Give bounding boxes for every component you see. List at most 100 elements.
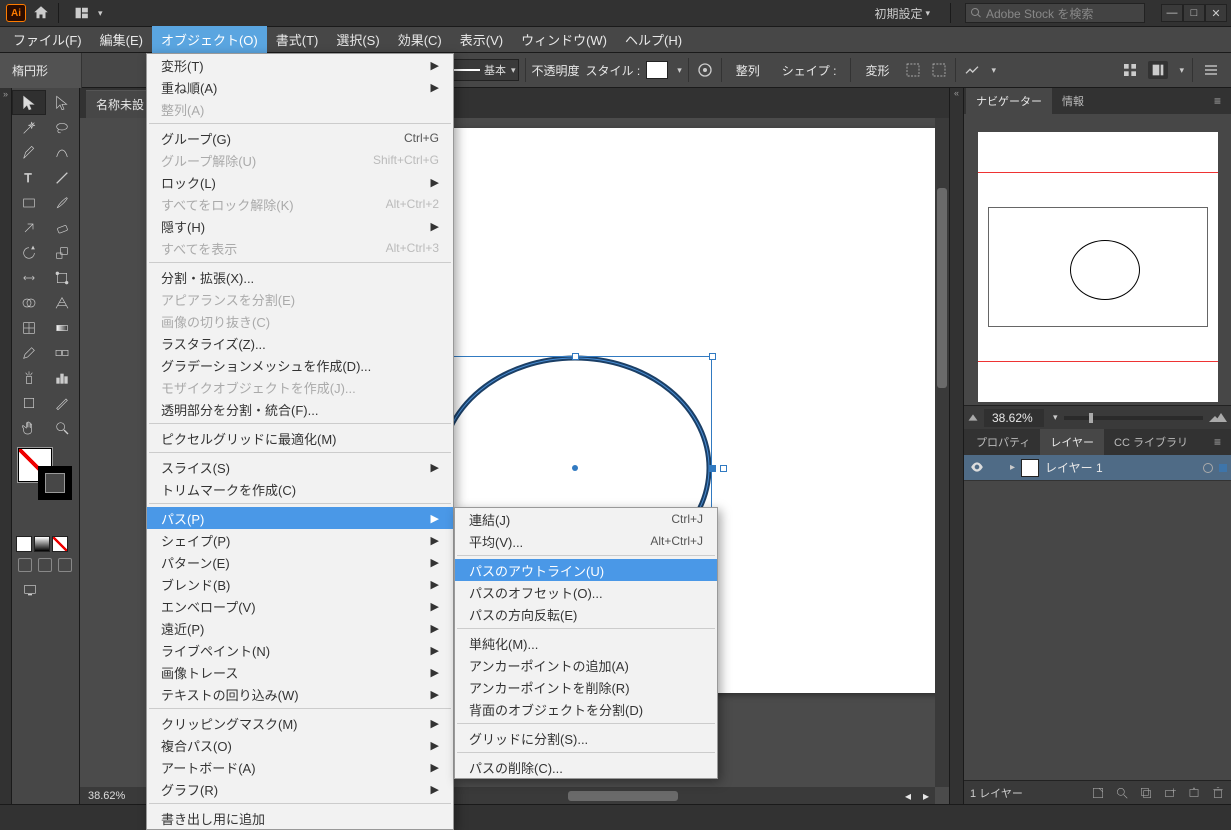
- menu-item[interactable]: 書き出し用に追加: [147, 807, 453, 829]
- navigator-zoom-value[interactable]: 38.62%: [984, 409, 1044, 427]
- shape-button[interactable]: シェイプ :: [774, 60, 845, 81]
- make-clipping-mask-icon[interactable]: [1139, 786, 1153, 800]
- direct-selection-tool[interactable]: [46, 90, 80, 115]
- menu-item[interactable]: 重ね順(A)▶: [147, 76, 453, 98]
- draw-normal-icon[interactable]: [18, 558, 32, 572]
- eyedropper-tool[interactable]: [12, 340, 46, 365]
- panel-menu-icon[interactable]: ≡: [1206, 90, 1229, 112]
- tab-navigator[interactable]: ナビゲーター: [966, 88, 1052, 114]
- perspective-grid-tool[interactable]: [46, 290, 80, 315]
- visibility-toggle-icon[interactable]: [968, 461, 986, 475]
- menu-item[interactable]: ピクセルグリッドに最適化(M): [147, 427, 453, 449]
- close-button[interactable]: ✕: [1205, 4, 1227, 22]
- tab-properties[interactable]: プロパティ: [966, 429, 1040, 455]
- menu-item[interactable]: 連結(J)Ctrl+J: [455, 508, 717, 530]
- zoom-tool[interactable]: [46, 415, 80, 440]
- zoom-slider[interactable]: [1064, 416, 1203, 420]
- menu-item[interactable]: パスの方向反転(E): [455, 603, 717, 625]
- menu-item[interactable]: トリムマークを作成(C): [147, 478, 453, 500]
- locate-object-icon[interactable]: [1091, 786, 1105, 800]
- panel-toggle-icon[interactable]: [1148, 61, 1168, 79]
- scroll-left-icon[interactable]: ◂: [899, 789, 917, 803]
- handle-n[interactable]: [572, 353, 579, 360]
- menu-item[interactable]: ロック(L)▶: [147, 171, 453, 193]
- draw-inside-icon[interactable]: [58, 558, 72, 572]
- paintbrush-tool[interactable]: [46, 190, 80, 215]
- chevron-down-icon[interactable]: ▾: [991, 65, 996, 76]
- draw-behind-icon[interactable]: [38, 558, 52, 572]
- menu-window[interactable]: ウィンドウ(W): [512, 26, 616, 53]
- menu-item[interactable]: 単純化(M)...: [455, 632, 717, 654]
- menu-item[interactable]: ライブペイント(N)▶: [147, 639, 453, 661]
- menu-help[interactable]: ヘルプ(H): [616, 26, 691, 53]
- artboard-tool[interactable]: [12, 390, 46, 415]
- minimize-button[interactable]: —: [1161, 4, 1183, 22]
- maximize-button[interactable]: □: [1183, 4, 1205, 22]
- scroll-right-icon[interactable]: ▸: [917, 789, 935, 803]
- home-icon[interactable]: [32, 5, 50, 21]
- screen-mode-button[interactable]: [12, 576, 79, 601]
- menu-item[interactable]: 複合パス(O)▶: [147, 734, 453, 756]
- column-graph-tool[interactable]: [46, 365, 80, 390]
- isolate-icon[interactable]: [903, 61, 923, 79]
- menu-view[interactable]: 表示(V): [451, 26, 512, 53]
- chevron-down-icon[interactable]: ▾: [677, 65, 682, 76]
- chevron-down-icon[interactable]: ▾: [1053, 412, 1058, 423]
- new-sublayer-icon[interactable]: [1163, 786, 1177, 800]
- color-mode-icon[interactable]: [16, 536, 32, 552]
- opacity-label[interactable]: 不透明度: [532, 62, 580, 79]
- gradient-tool[interactable]: [46, 315, 80, 340]
- selection-indicator[interactable]: [1219, 464, 1227, 472]
- tools-collapse-strip[interactable]: »: [0, 88, 12, 804]
- width-tool[interactable]: [12, 265, 46, 290]
- line-tool[interactable]: [46, 165, 80, 190]
- target-icon[interactable]: [1203, 463, 1213, 473]
- menu-item[interactable]: 背面のオブジェクトを分割(D): [455, 698, 717, 720]
- menu-item[interactable]: グラデーションメッシュを作成(D)...: [147, 354, 453, 376]
- menu-item[interactable]: グリッドに分割(S)...: [455, 727, 717, 749]
- handle-e[interactable]: [709, 465, 716, 472]
- menu-item[interactable]: パスのアウトライン(U): [455, 559, 717, 581]
- panel-menu-icon[interactable]: ≡: [1206, 431, 1229, 453]
- menu-item[interactable]: 透明部分を分割・統合(F)...: [147, 398, 453, 420]
- menu-item[interactable]: 変形(T)▶: [147, 54, 453, 76]
- menu-item[interactable]: 画像トレース▶: [147, 661, 453, 683]
- chevron-down-icon[interactable]: ▾: [1179, 65, 1184, 76]
- tab-layers[interactable]: レイヤー: [1040, 429, 1104, 455]
- scale-tool[interactable]: [46, 240, 80, 265]
- menu-item[interactable]: グループ(G)Ctrl+G: [147, 127, 453, 149]
- menu-file[interactable]: ファイル(F): [4, 26, 91, 53]
- menu-item[interactable]: アートボード(A)▶: [147, 756, 453, 778]
- menu-item[interactable]: パスの削除(C)...: [455, 756, 717, 778]
- rotate-tool[interactable]: [12, 240, 46, 265]
- menu-item[interactable]: ブレンド(B)▶: [147, 573, 453, 595]
- gradient-mode-icon[interactable]: [34, 536, 50, 552]
- navigator-preview[interactable]: [978, 132, 1218, 402]
- arrange-documents-button[interactable]: ▾: [67, 4, 109, 22]
- menu-select[interactable]: 選択(S): [327, 26, 388, 53]
- menu-effect[interactable]: 効果(C): [389, 26, 451, 53]
- type-tool[interactable]: T: [12, 165, 46, 190]
- transform-button[interactable]: 変形: [857, 60, 897, 81]
- menu-item[interactable]: 遠近(P)▶: [147, 617, 453, 639]
- mesh-tool[interactable]: [12, 315, 46, 340]
- right-dock-strip[interactable]: «: [949, 88, 963, 804]
- workspace-selector[interactable]: 初期設定 ▾: [868, 2, 936, 25]
- layer-row[interactable]: ▸ レイヤー 1: [964, 455, 1231, 481]
- menu-item[interactable]: アンカーポイントの追加(A): [455, 654, 717, 676]
- menu-object[interactable]: オブジェクト(O): [152, 26, 267, 53]
- menu-edit[interactable]: 編集(E): [91, 26, 152, 53]
- menu-item[interactable]: シェイプ(P)▶: [147, 529, 453, 551]
- symbol-sprayer-tool[interactable]: [12, 365, 46, 390]
- zoom-in-icon[interactable]: [1209, 413, 1227, 422]
- shaper-tool[interactable]: [12, 215, 46, 240]
- menu-type[interactable]: 書式(T): [267, 26, 328, 53]
- menu-item[interactable]: 平均(V)...Alt+Ctrl+J: [455, 530, 717, 552]
- lasso-tool[interactable]: [46, 115, 80, 140]
- edit-icon[interactable]: [929, 61, 949, 79]
- none-mode-icon[interactable]: [52, 536, 68, 552]
- menu-item[interactable]: パターン(E)▶: [147, 551, 453, 573]
- free-transform-tool[interactable]: [46, 265, 80, 290]
- curvature-tool[interactable]: [46, 140, 80, 165]
- pen-tool[interactable]: [12, 140, 46, 165]
